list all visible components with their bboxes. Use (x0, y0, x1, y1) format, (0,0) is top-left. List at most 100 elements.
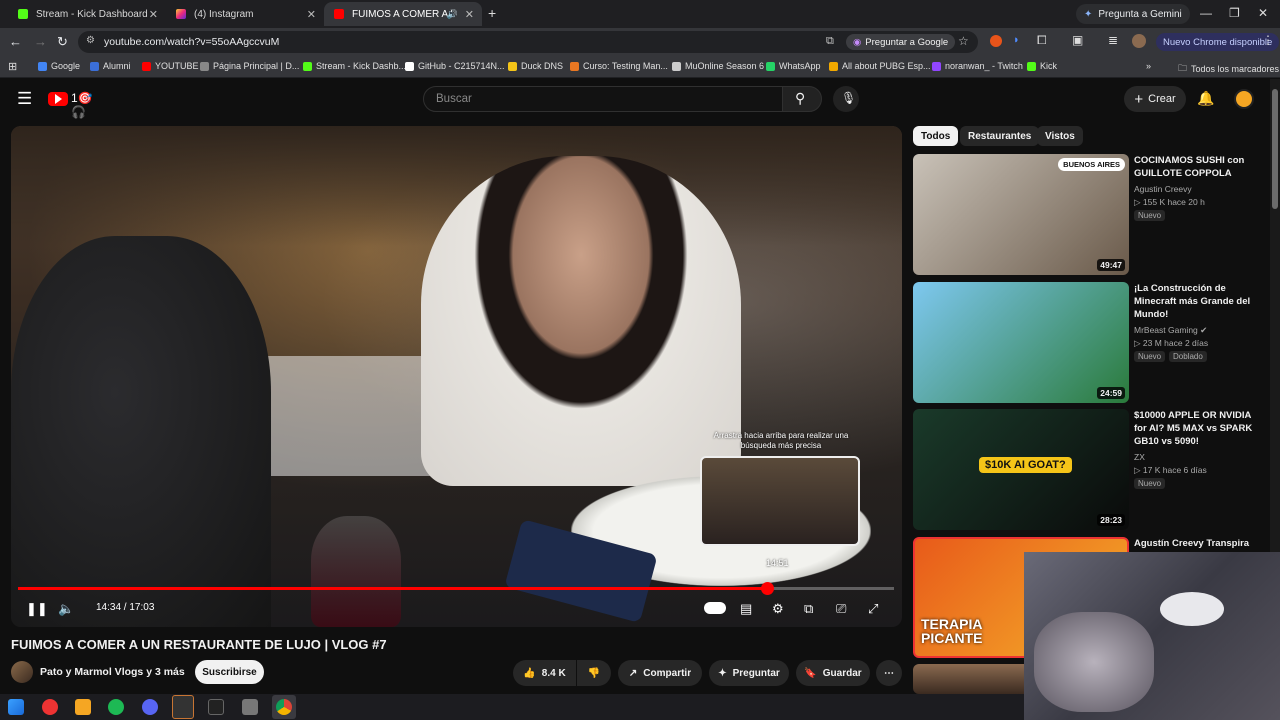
minimize-icon[interactable]: — (1200, 6, 1212, 20)
search-button[interactable]: ⚲ (782, 86, 822, 112)
hamburger-menu-icon[interactable]: ☰ (17, 89, 32, 109)
autoplay-toggle[interactable] (704, 602, 726, 614)
chip-restaurantes[interactable]: Restaurantes (960, 126, 1040, 146)
video-thumbnail[interactable]: 24:59 (913, 282, 1129, 403)
bookmark-item[interactable]: Stream - Kick Dashb... (303, 61, 406, 71)
reading-list-icon[interactable]: ≣ (1108, 33, 1118, 47)
volume-icon[interactable]: 🔈 (58, 601, 74, 617)
windows-start-icon[interactable] (8, 699, 24, 715)
chrome-taskbar-icon[interactable] (272, 695, 296, 719)
more-menu-icon[interactable]: ⋮ (1262, 33, 1274, 47)
save-button[interactable]: 🔖 Guardar (796, 660, 870, 686)
voice-search-button[interactable]: 🎙 (833, 86, 859, 112)
app-icon[interactable] (42, 699, 58, 715)
app-icon-active[interactable] (172, 695, 194, 719)
channel-name[interactable]: Pato y Marmol Vlogs y 3 más (40, 666, 185, 678)
search-input[interactable]: Buscar (423, 86, 783, 112)
bookmark-item[interactable]: Página Principal | D... (200, 61, 299, 71)
more-actions-button[interactable]: ⋯ (876, 660, 902, 686)
chip-vistos[interactable]: Vistos (1037, 126, 1083, 146)
app-icon[interactable] (75, 699, 91, 715)
extensions-puzzle-icon[interactable]: ⧠ (1037, 33, 1047, 48)
side-panel-icon[interactable]: ▣ (1072, 33, 1083, 47)
maximize-icon[interactable]: ❐ (1229, 6, 1240, 20)
update-chrome-button[interactable]: Nuevo Chrome disponible (1156, 33, 1280, 51)
apps-grid-icon[interactable]: ⊞ (8, 60, 17, 73)
recommendation-channel[interactable]: ZX (1134, 452, 1145, 462)
recommendation-title[interactable]: Agustín Creevy Transpira (1134, 537, 1264, 550)
bookmark-item[interactable]: noranwan_ - Twitch (932, 61, 1023, 71)
recommendation-channel[interactable]: MrBeast Gaming ✔ (1134, 325, 1207, 336)
bookmarks-overflow-icon[interactable]: » (1146, 61, 1151, 71)
forward-icon[interactable]: → (34, 34, 47, 49)
miniplayer-icon[interactable]: ⧉ (804, 601, 813, 617)
discord-icon[interactable] (142, 699, 158, 715)
spotify-icon[interactable] (108, 699, 124, 715)
tab-kick-dashboard[interactable]: Stream - Kick Dashboard ✕ (8, 2, 166, 26)
bookmark-item[interactable]: All about PUBG Esp... (829, 61, 931, 71)
close-icon[interactable]: ✕ (307, 8, 316, 21)
extension-icon[interactable] (990, 35, 1002, 47)
like-button[interactable]: 👍 8.4 K (513, 660, 576, 686)
page-scrollbar[interactable] (1270, 79, 1280, 552)
bookmark-item[interactable]: WhatsApp (766, 61, 821, 71)
channel-avatar[interactable] (11, 661, 33, 683)
recommendation-title[interactable]: $10000 APPLE OR NVIDIA for AI? M5 MAX vs… (1134, 409, 1264, 448)
reload-icon[interactable]: ↻ (57, 34, 68, 50)
settings-gear-icon[interactable]: ⚙ (772, 601, 784, 617)
notifications-bell-icon[interactable]: 🔔 (1197, 90, 1214, 107)
cast-icon[interactable]: ⎚ (836, 601, 846, 617)
close-icon[interactable]: ✕ (465, 8, 474, 21)
create-button[interactable]: + Crear (1124, 86, 1186, 112)
ask-google-button[interactable]: ◉ Preguntar a Google (846, 34, 956, 50)
omnibox[interactable]: ⚙ youtube.com/watch?v=55oAAgccvuM ⧉ ◉ Pr… (78, 31, 978, 53)
install-icon[interactable]: ⧉ (826, 35, 834, 48)
url-text[interactable]: youtube.com/watch?v=55oAAgccvuM (104, 36, 279, 48)
back-icon[interactable]: ← (9, 34, 22, 49)
gemini-button[interactable]: ✦ Pregunta a Gemini (1076, 4, 1190, 24)
recommendation-item[interactable]: $10K AI GOAT? 28:23 $10000 APPLE OR NVID… (913, 409, 1273, 531)
profile-avatar[interactable] (1132, 34, 1146, 48)
subscribe-button[interactable]: Suscribirse (195, 660, 264, 684)
progress-scrubber-handle[interactable] (760, 582, 774, 595)
recommendation-channel[interactable]: Agustin Creevy (1134, 184, 1192, 194)
all-bookmarks-folder[interactable]: 🗀 Todos los marcadores (1178, 61, 1279, 77)
speaker-icon[interactable]: 🔊 (447, 9, 458, 20)
bookmark-item[interactable]: Kick (1027, 61, 1057, 71)
recommendation-item[interactable]: 24:59 ¡La Construcción de Minecraft más … (913, 282, 1273, 404)
video-thumbnail[interactable]: $10K AI GOAT? 28:23 (913, 409, 1129, 530)
scrollbar-thumb[interactable] (1272, 89, 1278, 209)
close-icon[interactable]: ✕ (149, 8, 158, 21)
share-button[interactable]: ↗ Compartir (618, 660, 702, 686)
recommendation-title[interactable]: COCINAMOS SUSHI con GUILLOTE COPPOLA (1134, 154, 1264, 180)
app-icon[interactable] (242, 699, 258, 715)
account-avatar[interactable] (1234, 89, 1254, 109)
bookmark-item[interactable]: MuOnline Season 6 (672, 61, 764, 71)
pause-icon[interactable]: ❚❚ (26, 601, 48, 617)
youtube-logo[interactable]: 1🎯🎧 (48, 91, 106, 119)
new-tab-button[interactable]: + (488, 5, 496, 21)
bookmark-item[interactable]: Curso: Testing Man... (570, 61, 668, 71)
terminal-icon[interactable] (208, 699, 224, 715)
recommendation-title[interactable]: ¡La Construcción de Minecraft más Grande… (1134, 282, 1264, 321)
fullscreen-icon[interactable]: ⤢ (868, 601, 878, 617)
bookmark-star-icon[interactable]: ☆ (958, 34, 969, 48)
video-player[interactable] (11, 126, 902, 627)
subtitles-icon[interactable]: ▤ (740, 601, 752, 617)
extension-icon[interactable]: ◗ (1013, 34, 1020, 46)
tab-instagram[interactable]: (4) Instagram ✕ (166, 2, 324, 26)
window-close-icon[interactable]: ✕ (1258, 6, 1268, 20)
ask-button[interactable]: ✦ Preguntar (709, 660, 789, 686)
chip-todos[interactable]: Todos (913, 126, 959, 146)
site-info-icon[interactable]: ⚙ (86, 35, 95, 46)
bookmark-item[interactable]: Google (38, 61, 80, 71)
bookmark-item[interactable]: GitHub - C215714N... (405, 61, 505, 71)
bookmark-item[interactable]: Alumni (90, 61, 131, 71)
recommendation-item[interactable]: BUENOS AIRES 49:47 COCINAMOS SUSHI con G… (913, 154, 1273, 276)
dislike-button[interactable]: 👎 (577, 660, 611, 686)
tab-youtube-video[interactable]: FUIMOS A COMER A UN RE 🔊 ✕ (324, 2, 482, 26)
video-thumbnail[interactable]: BUENOS AIRES 49:47 (913, 154, 1129, 275)
bookmark-item[interactable]: Duck DNS (508, 61, 563, 71)
progress-bar[interactable] (18, 582, 894, 595)
bookmark-item[interactable]: YOUTUBE (142, 61, 199, 71)
